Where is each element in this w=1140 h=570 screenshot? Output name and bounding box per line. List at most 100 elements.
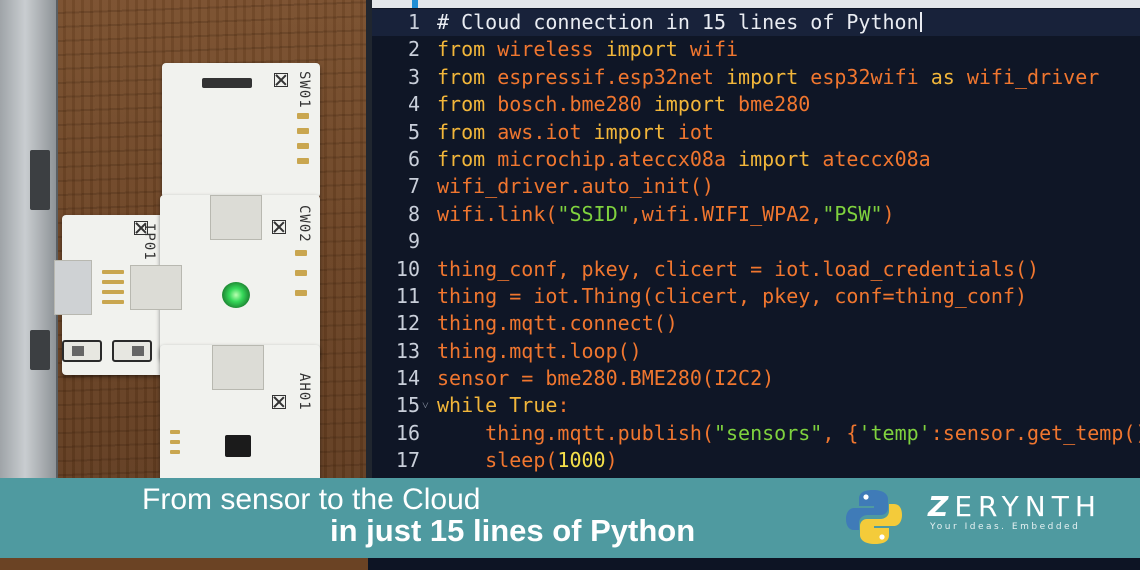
code-token: iot xyxy=(665,119,714,144)
line-number: 11 xyxy=(395,283,420,308)
code-token: wifi xyxy=(677,37,739,62)
code-text: wifi_driver.auto_init() xyxy=(437,173,714,200)
code-token: wifi.link( xyxy=(437,201,558,226)
code-line[interactable]: 14 sensor = bme280.BME280(I2C2) xyxy=(372,365,1140,392)
code-token: aws.iot xyxy=(485,119,594,144)
board-label: CW02 xyxy=(296,205,312,243)
code-token: sensor = bme280.BME280(I2C2) xyxy=(437,366,775,391)
code-token: from xyxy=(437,92,486,117)
code-token: ) xyxy=(605,448,618,473)
code-text: from wireless import wifi xyxy=(437,36,738,63)
line-number: 10 xyxy=(395,256,420,281)
code-token: import xyxy=(593,119,666,144)
code-token: : xyxy=(557,393,570,418)
board-cw02: CW02 xyxy=(130,195,320,360)
line-number: 15 xyxy=(395,393,420,418)
code-token: import xyxy=(653,92,726,117)
sensor-chip xyxy=(225,435,251,457)
line-number: 2 xyxy=(407,37,420,62)
code-token: thing.mqtt.connect() xyxy=(437,311,678,336)
code-token: while xyxy=(437,393,498,418)
brand-initial: Z xyxy=(928,490,955,523)
code-token: bme280 xyxy=(726,92,811,117)
code-line[interactable]: 8 wifi.link("SSID",wifi.WIFI_WPA2,"PSW") xyxy=(372,201,1140,228)
line-number: 14 xyxy=(395,366,420,391)
zerynth-brand: ZERYNTH Your Ideas. Embedded xyxy=(928,492,1102,533)
code-line[interactable]: 3 from espressif.esp32net import esp32wif… xyxy=(372,64,1140,91)
code-text: thing.mqtt.loop() xyxy=(437,338,642,365)
code-token: thing = iot.Thing(clicert, pkey, conf=th… xyxy=(437,283,1028,308)
line-number: 13 xyxy=(395,338,420,363)
python-logo-icon xyxy=(846,490,902,544)
code-token: import xyxy=(605,37,678,62)
headline-line-1: From sensor to the Cloud xyxy=(142,483,481,516)
code-token: thing_conf, pkey, clicert = iot.load_cre… xyxy=(437,256,1040,281)
code-line[interactable]: 5 from aws.iot import iot xyxy=(372,119,1140,146)
code-token: esp32wifi xyxy=(798,64,931,89)
code-line[interactable]: 17 sleep(1000) xyxy=(372,447,1140,474)
code-text: # Cloud connection in 15 lines of Python xyxy=(437,9,922,36)
code-token: from xyxy=(437,37,486,62)
code-token: as xyxy=(930,64,955,89)
code-token: bosch.bme280 xyxy=(485,92,654,117)
code-line[interactable]: 2 from wireless import wifi xyxy=(372,36,1140,63)
code-line[interactable]: 11 thing = iot.Thing(clicert, pkey, conf=… xyxy=(372,283,1140,310)
code-line[interactable]: 1 # Cloud connection in 15 lines of Pytho… xyxy=(372,9,1140,37)
code-line[interactable]: 9 xyxy=(372,228,1140,255)
code-token: import xyxy=(726,64,799,89)
code-text: thing = iot.Thing(clicert, pkey, conf=th… xyxy=(437,283,1027,310)
code-token: "SSID" xyxy=(557,201,630,226)
code-token: ateccx08a xyxy=(810,146,931,171)
code-token: 'temp' xyxy=(858,420,931,445)
code-line[interactable]: 4 from bosch.bme280 import bme280 xyxy=(372,91,1140,118)
line-number: 17 xyxy=(395,448,420,473)
code-text: from aws.iot import iot xyxy=(437,119,714,146)
code-token: wireless xyxy=(485,37,606,62)
code-line[interactable]: 6 from microchip.ateccx08a import ateccx0… xyxy=(372,146,1140,173)
fold-chevron-icon[interactable]: ˅ xyxy=(422,392,429,419)
code-text: thing.mqtt.publish("sensors", {'temp':se… xyxy=(437,420,1140,447)
code-token: wifi_driver.auto_init() xyxy=(437,174,714,199)
line-number: 12 xyxy=(395,311,420,336)
code-line[interactable]: 16 thing.mqtt.publish("sensors", {'temp'… xyxy=(372,420,1140,447)
box-logo-icon xyxy=(272,395,286,409)
headline-line-2: in just 15 lines of Python xyxy=(330,513,696,548)
bottom-strip xyxy=(0,558,1140,570)
code-line[interactable]: 15 ˅ while True: xyxy=(372,392,1140,419)
brand-name-rest: ERYNTH xyxy=(954,490,1102,523)
code-text: while True: xyxy=(437,392,569,419)
slide-switch xyxy=(112,340,152,362)
usb-connector xyxy=(54,260,92,315)
code-line[interactable]: 13 thing.mqtt.loop() xyxy=(372,338,1140,365)
code-text: from microchip.ateccx08a import ateccx08… xyxy=(437,146,931,173)
code-token: microchip.ateccx08a xyxy=(485,146,739,171)
code-token: "sensors" xyxy=(713,420,823,445)
code-token: :sensor.get_temp()}) xyxy=(930,420,1140,445)
code-token: from xyxy=(437,64,486,89)
board-label: SW01 xyxy=(296,71,312,109)
code-text: sleep(1000) xyxy=(437,447,618,474)
code-token: ) xyxy=(882,201,895,226)
code-line[interactable]: 12 thing.mqtt.connect() xyxy=(372,310,1140,337)
status-led xyxy=(222,282,250,308)
slide-switch xyxy=(62,340,102,362)
board-connector xyxy=(130,265,182,310)
box-logo-icon xyxy=(274,73,288,87)
board-label: AH01 xyxy=(296,373,312,411)
board-sw01: SW01 xyxy=(162,63,320,198)
line-number: 9 xyxy=(407,229,420,254)
brand-name: ZERYNTH xyxy=(928,492,1102,522)
text-cursor xyxy=(919,12,922,32)
code-text: sensor = bme280.BME280(I2C2) xyxy=(437,365,774,392)
code-line[interactable]: 7 wifi_driver.auto_init() xyxy=(372,173,1140,200)
code-token: from xyxy=(437,119,486,144)
code-line[interactable]: 10 thing_conf, pkey, clicert = iot.load_c… xyxy=(372,256,1140,283)
code-text: thing_conf, pkey, clicert = iot.load_cre… xyxy=(437,256,1039,283)
code-text: from espressif.esp32net import esp32wifi… xyxy=(437,64,1099,91)
code-lines[interactable]: 1 # Cloud connection in 15 lines of Pytho… xyxy=(372,9,1140,475)
code-editor[interactable]: 1 # Cloud connection in 15 lines of Pytho… xyxy=(372,0,1140,478)
code-token: True xyxy=(509,393,558,418)
usb-port xyxy=(30,150,50,210)
line-number: 6 xyxy=(407,146,420,171)
code-text: from bosch.bme280 import bme280 xyxy=(437,91,810,118)
